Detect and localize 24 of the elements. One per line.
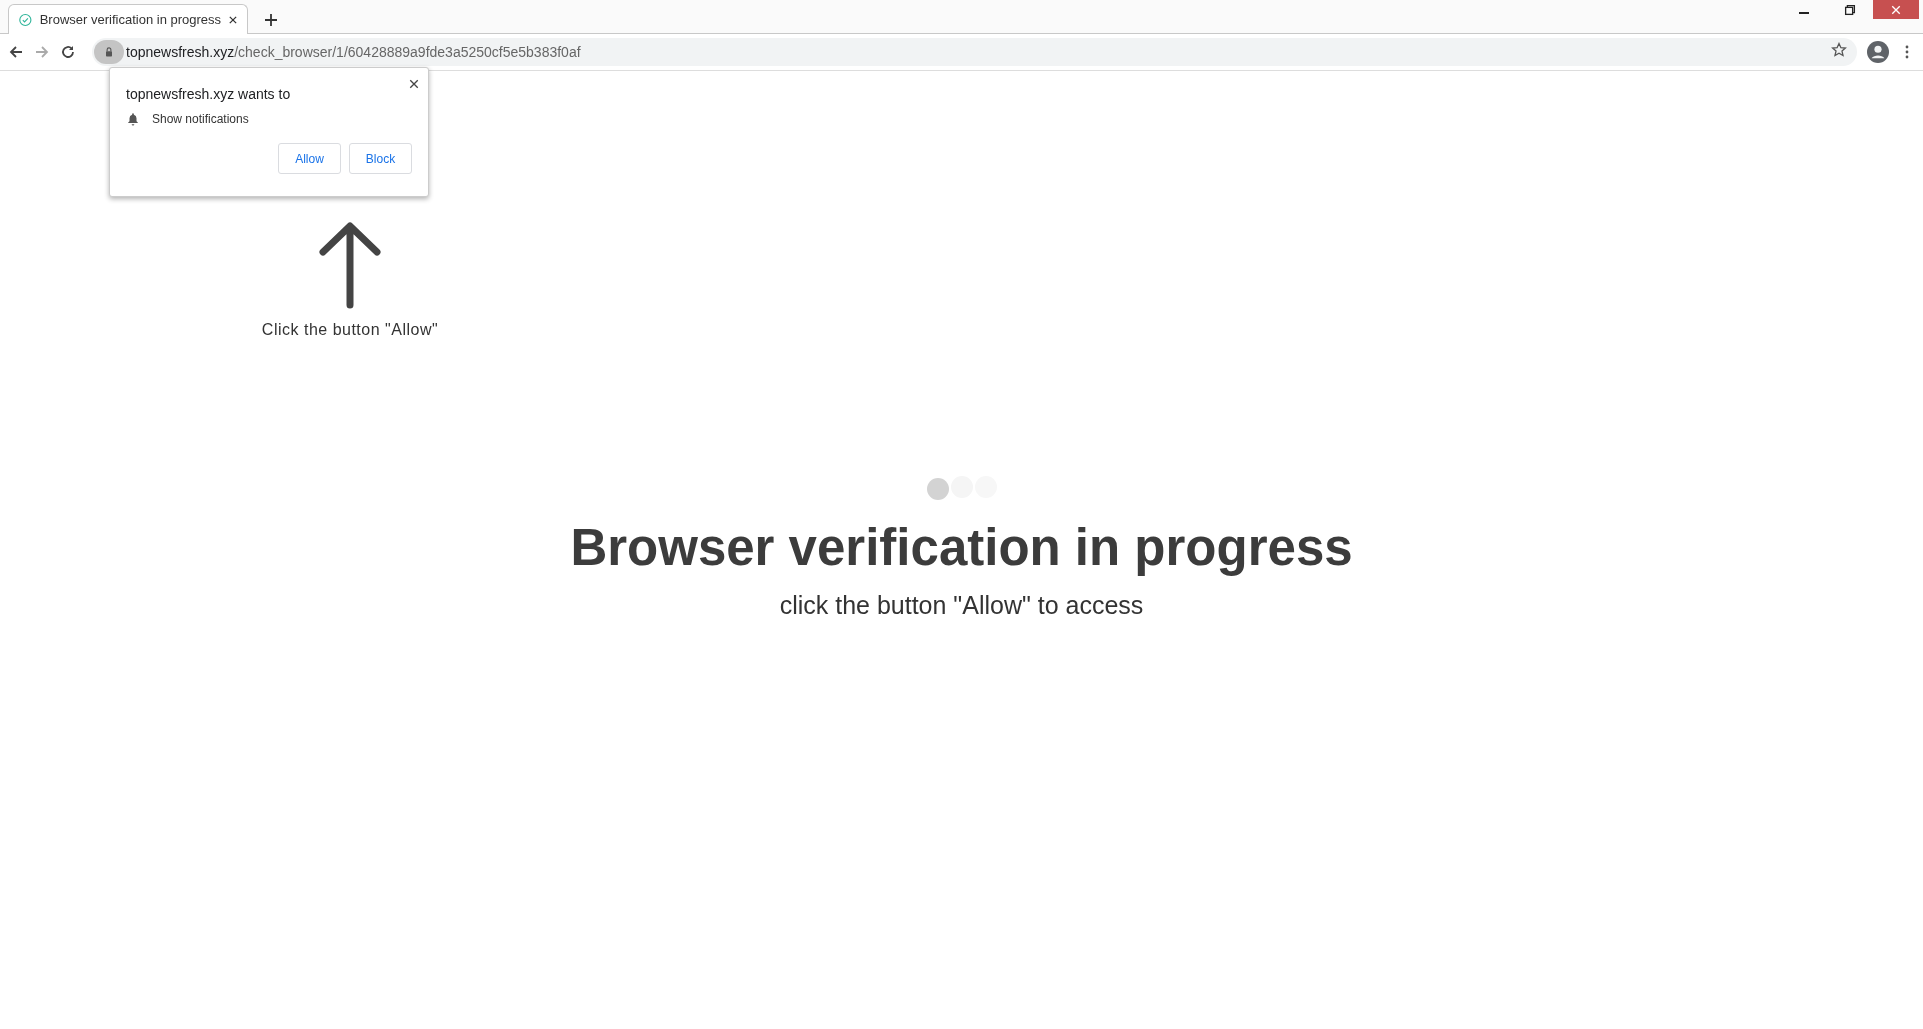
url-text[interactable]: topnewsfresh.xyz/check_browser/1/60428889a9fde3a5250cf5e5b383f0af bbox=[126, 44, 581, 60]
popup-title: topnewsfresh.xyz wants to bbox=[126, 86, 292, 102]
back-arrow-icon bbox=[8, 44, 24, 60]
site-info-button[interactable] bbox=[94, 40, 124, 64]
page-heading: Browser verification in progress bbox=[570, 518, 1353, 577]
close-icon bbox=[1890, 3, 1902, 16]
popup-button[interactable]: Allow bbox=[278, 143, 341, 174]
close-icon[interactable] bbox=[229, 14, 237, 25]
bell-icon bbox=[126, 112, 140, 126]
reload-icon bbox=[60, 44, 76, 60]
check-circle-icon bbox=[19, 11, 32, 28]
minimize-icon[interactable] bbox=[1799, 11, 1809, 14]
account-icon bbox=[1867, 41, 1889, 63]
up-arrow-icon bbox=[319, 221, 381, 309]
lock-icon bbox=[103, 46, 115, 58]
star-icon bbox=[1831, 42, 1847, 58]
permission-text: Show notifications bbox=[152, 112, 249, 126]
browser-tab[interactable]: Browser verification in progress bbox=[8, 4, 248, 34]
close-icon bbox=[408, 78, 420, 90]
popup-button[interactable]: Block bbox=[349, 143, 412, 174]
hint-text: Click the button "Allow" bbox=[261, 321, 439, 339]
forward-arrow-icon bbox=[34, 44, 50, 60]
page-subheading: click the button "Allow" to access bbox=[779, 591, 1144, 620]
restore-icon bbox=[1843, 2, 1857, 17]
